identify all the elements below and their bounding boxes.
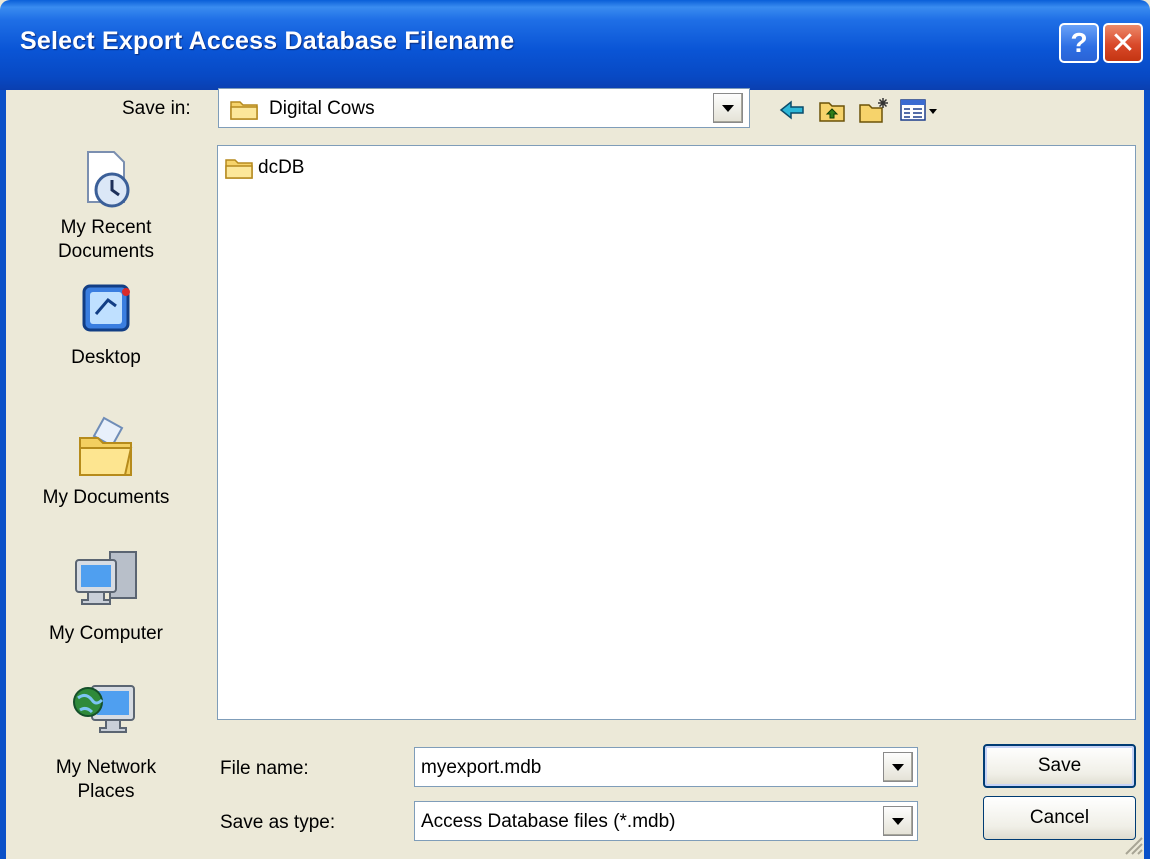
place-label: My Network — [55, 757, 157, 778]
folder-icon — [225, 159, 253, 179]
views-menu-button[interactable] — [897, 93, 941, 127]
save-in-label-text: Save in: — [122, 98, 191, 119]
place-my-documents[interactable]: My Documents — [6, 412, 206, 510]
save-in-dropdown-arrow[interactable] — [713, 93, 743, 123]
save-in-value: Digital Cows — [269, 98, 375, 119]
cancel-button[interactable]: Cancel — [983, 796, 1136, 840]
my-network-places-icon — [73, 685, 135, 733]
save-button[interactable]: Save — [983, 744, 1136, 788]
dialog-title: Select Export Access Database Filename — [20, 27, 515, 55]
create-new-folder-icon — [859, 98, 888, 123]
file-name-label: File name: — [220, 758, 309, 780]
place-my-recent-documents[interactable]: My Recent Documents — [6, 148, 206, 264]
place-label: My Documents — [42, 487, 170, 508]
save-as-type-dropdown[interactable]: Access Database files (*.mdb) — [414, 801, 918, 841]
save-as-type-label: Save as type: — [220, 812, 335, 834]
resize-grip-icon[interactable] — [1120, 832, 1144, 856]
save-in-label: Save in: — [122, 98, 191, 120]
desktop-icon — [82, 284, 130, 332]
close-icon: ✕ — [1110, 26, 1136, 60]
title-bar[interactable]: Select Export Access Database Filename ?… — [0, 0, 1150, 90]
places-bar: My Recent Documents Desktop My Documents… — [6, 138, 206, 859]
up-one-level-icon — [819, 102, 845, 122]
file-name-value: myexport.mdb — [421, 757, 542, 778]
window-frame-right — [1144, 90, 1150, 859]
back-arrow-icon — [779, 100, 804, 120]
save-in-dropdown[interactable]: Digital Cows — [218, 88, 750, 128]
place-desktop[interactable]: Desktop — [6, 278, 206, 370]
file-name-dropdown-arrow[interactable] — [883, 752, 913, 782]
create-new-folder-button[interactable] — [857, 93, 891, 127]
place-label: My Recent — [60, 217, 152, 238]
save-as-type-value: Access Database files (*.mdb) — [421, 811, 676, 832]
file-name-input[interactable]: myexport.mdb — [414, 747, 918, 787]
place-my-computer[interactable]: My Computer — [6, 548, 206, 646]
file-list[interactable]: dcDB — [217, 145, 1136, 720]
recent-documents-icon — [87, 151, 130, 208]
save-as-type-dropdown-arrow[interactable] — [883, 806, 913, 836]
save-as-type-label-text: Save as type: — [220, 812, 336, 833]
place-label: Desktop — [71, 347, 141, 368]
my-computer-icon — [75, 551, 137, 605]
place-label: Places — [77, 781, 135, 802]
place-my-network-places[interactable]: My Network Places — [6, 680, 206, 804]
back-button[interactable] — [775, 93, 809, 127]
help-icon: ? — [1070, 27, 1088, 58]
folder-icon — [230, 101, 258, 120]
place-label: Documents — [57, 241, 155, 262]
file-name: dcDB — [258, 157, 305, 178]
close-button[interactable]: ✕ — [1103, 23, 1143, 63]
views-menu-icon — [900, 99, 937, 121]
help-button[interactable]: ? — [1059, 23, 1099, 63]
place-label: My Computer — [48, 623, 164, 644]
up-one-level-button[interactable] — [815, 93, 849, 127]
list-item[interactable]: dcDB — [224, 156, 304, 180]
file-name-label-text: File name: — [220, 758, 309, 779]
my-documents-icon — [79, 416, 133, 476]
